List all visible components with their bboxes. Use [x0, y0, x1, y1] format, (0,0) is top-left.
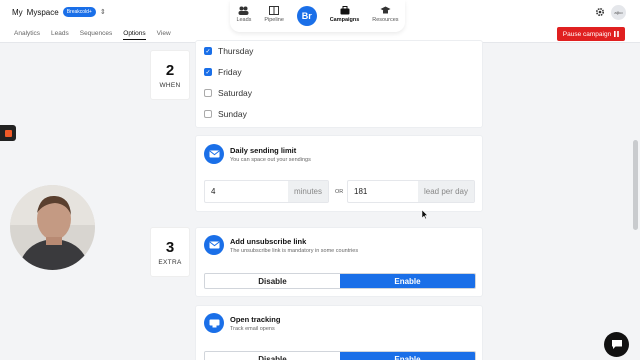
checkbox-icon[interactable]: [204, 110, 212, 118]
day-friday[interactable]: ✓ Friday: [204, 67, 242, 77]
tab-leads[interactable]: Leads: [51, 30, 69, 40]
unsubscribe-header: Add unsubscribe link The unsubscribe lin…: [204, 235, 358, 255]
step-card-when: 2 WHEN: [150, 50, 190, 100]
leads-per-day-input[interactable]: 181 lead per day: [347, 180, 475, 203]
avatar[interactable]: aljko: [611, 5, 626, 20]
campaign-tabs: Analytics Leads Sequences Options View: [14, 30, 171, 40]
step-label: WHEN: [159, 81, 181, 89]
step-number: 3: [165, 238, 175, 256]
chat-button[interactable]: [604, 332, 629, 357]
nav-pipeline[interactable]: Pipeline: [264, 5, 284, 23]
day-thursday[interactable]: ✓ Thursday: [204, 46, 253, 56]
open-tracking-header: Open tracking Track email opens: [204, 313, 280, 333]
day-label: Thursday: [218, 46, 254, 56]
mail-icon: [204, 235, 224, 255]
mouse-cursor-icon: [422, 210, 428, 219]
mail-icon: [204, 144, 224, 164]
leads-per-day-value[interactable]: 181: [348, 187, 418, 196]
nav-campaigns-label: Campaigns: [329, 17, 360, 23]
gear-icon[interactable]: [595, 7, 605, 17]
briefcase-icon: [339, 5, 350, 15]
daily-limit-panel: Daily sending limit You can space out yo…: [195, 135, 483, 212]
step-card-extra: 3 EXTRA: [150, 227, 190, 277]
checkbox-icon[interactable]: [204, 89, 212, 97]
checkbox-checked-icon[interactable]: ✓: [204, 47, 212, 55]
day-label: Saturday: [218, 88, 253, 98]
tab-analytics[interactable]: Analytics: [14, 30, 40, 40]
checkbox-checked-icon[interactable]: ✓: [204, 68, 212, 76]
unsubscribe-toggle: Disable Enable: [204, 273, 476, 289]
chevron-updown-icon[interactable]: ⇕: [100, 8, 106, 16]
tab-sequences[interactable]: Sequences: [80, 30, 113, 40]
tab-view[interactable]: View: [157, 30, 171, 40]
record-stop-icon: [4, 129, 12, 137]
unsubscribe-enable-button[interactable]: Enable: [340, 274, 475, 288]
users-icon: [238, 5, 249, 15]
or-label: OR: [335, 189, 344, 195]
day-label: Sunday: [218, 109, 247, 119]
tab-options[interactable]: Options: [123, 30, 146, 40]
chat-icon: [611, 340, 622, 349]
day-label: Friday: [218, 67, 242, 77]
workspace-switcher[interactable]: My Myspace Breakcold+ ⇕: [12, 7, 106, 17]
pause-campaign-button[interactable]: Pause campaign: [557, 27, 625, 41]
daily-limit-header: Daily sending limit You can space out yo…: [204, 144, 311, 164]
open-tracking-panel: Open tracking Track email opens Disable …: [195, 305, 483, 360]
pipeline-icon: [269, 5, 280, 15]
daily-limit-subtitle: You can space out your sendings: [230, 157, 311, 163]
avatar-text: aljko: [614, 10, 623, 15]
pause-icon: [614, 31, 620, 37]
nav-resources[interactable]: Resources: [372, 5, 399, 23]
open-tracking-title: Open tracking: [230, 315, 281, 324]
open-tracking-enable-button[interactable]: Enable: [340, 352, 475, 360]
unsubscribe-subtitle: The unsubscribe link is mandatory in som…: [230, 248, 359, 254]
webcam-overlay: [10, 185, 95, 270]
open-tracking-toggle: Disable Enable: [204, 351, 476, 360]
minutes-value[interactable]: 4: [205, 187, 288, 196]
step-label: EXTRA: [158, 258, 182, 266]
leads-per-day-suffix: lead per day: [417, 181, 474, 202]
main-nav: Leads Pipeline Br Campaigns Resources: [230, 0, 405, 32]
recorder-side-tab[interactable]: [0, 125, 16, 141]
step-number: 2: [165, 61, 175, 79]
workspace-owner: My: [12, 7, 23, 17]
tracking-icon: [204, 313, 224, 333]
nav-leads-label: Leads: [236, 17, 252, 23]
graduation-cap-icon: [380, 5, 391, 15]
unsubscribe-title: Add unsubscribe link: [230, 237, 307, 246]
day-saturday[interactable]: Saturday: [204, 88, 252, 98]
unsubscribe-panel: Add unsubscribe link The unsubscribe lin…: [195, 227, 483, 297]
nav-pipeline-label: Pipeline: [264, 17, 284, 23]
scrollbar[interactable]: [633, 140, 638, 230]
open-tracking-disable-button[interactable]: Disable: [205, 352, 340, 360]
minutes-input[interactable]: 4 minutes: [204, 180, 329, 203]
daily-limit-title: Daily sending limit: [230, 146, 297, 155]
nav-campaigns[interactable]: Campaigns: [329, 5, 360, 23]
minutes-suffix: minutes: [287, 181, 328, 202]
days-panel: ✓ Thursday ✓ Friday Saturday Sunday: [195, 40, 483, 128]
unsubscribe-disable-button[interactable]: Disable: [205, 274, 340, 288]
day-sunday[interactable]: Sunday: [204, 109, 247, 119]
nav-resources-label: Resources: [372, 17, 399, 23]
pause-campaign-label: Pause campaign: [562, 30, 612, 38]
nav-leads[interactable]: Leads: [236, 5, 251, 23]
workspace-name: Myspace: [26, 7, 59, 17]
breakcold-logo[interactable]: Br: [296, 6, 317, 26]
plan-badge: Breakcold+: [62, 7, 96, 17]
open-tracking-subtitle: Track email opens: [230, 326, 275, 332]
